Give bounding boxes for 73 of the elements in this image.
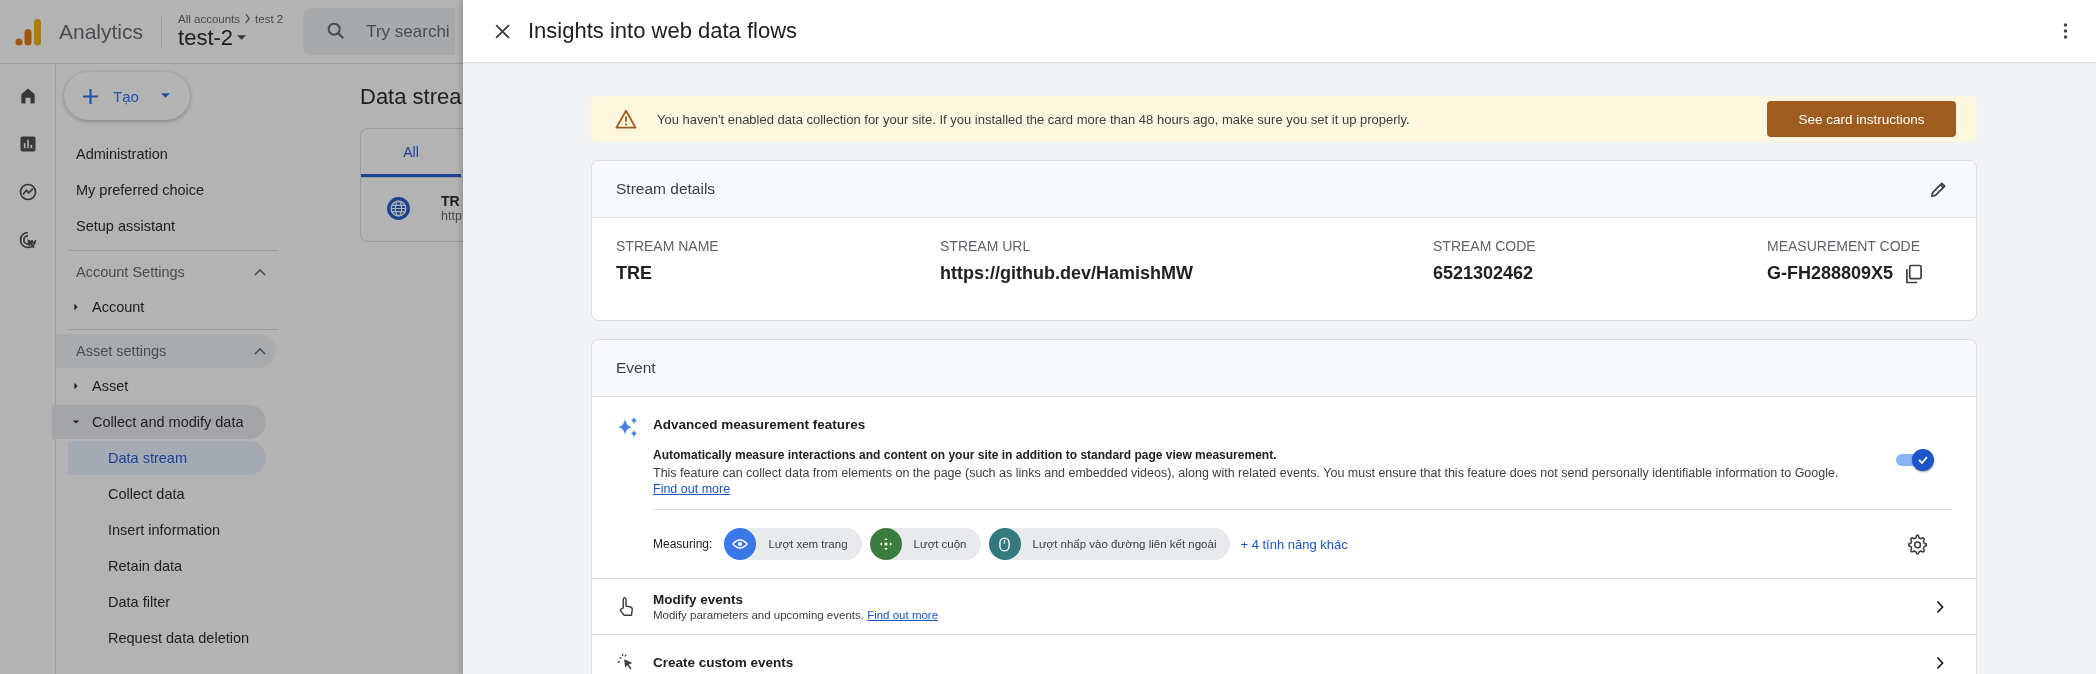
warning-icon (615, 109, 637, 129)
close-icon (494, 23, 510, 39)
stream-name[interactable]: TR (441, 193, 462, 209)
chevron-icon[interactable] (254, 347, 266, 355)
chevron-right-icon[interactable] (1936, 599, 1944, 614)
option-title: Create custom events (653, 655, 795, 670)
chevron-right-icon[interactable] (1936, 655, 1944, 670)
sidebar-item[interactable]: Collect data (108, 477, 199, 511)
feature-title: Advanced measurement features (653, 417, 867, 432)
chevron-right-icon (244, 13, 252, 24)
field-label: STREAM URL (940, 238, 1032, 254)
warning-message: You haven't enabled data collection for your site. If you installed the card more than 48 hours ago, make sure you set it up properly. (657, 111, 1411, 127)
search-field[interactable]: Try searchi (303, 8, 456, 55)
settings-icon[interactable] (1907, 533, 1928, 555)
page-title: Data strea (360, 84, 463, 110)
sidebar-item[interactable]: Asset (92, 369, 143, 403)
find-out-more-link[interactable]: Find out more (867, 609, 939, 621)
stream-url: http (441, 209, 462, 223)
more-features-link[interactable]: + 4 tính năng khác (1240, 536, 1899, 552)
option-description: Modify parameters and upcoming events. Find out more (653, 609, 940, 621)
sidebar-item[interactable]: Account (92, 290, 159, 324)
sidebar-item[interactable]: My preferred choice (56, 172, 205, 208)
feature-chip[interactable]: Lượt cuộn (869, 528, 981, 560)
section-title[interactable]: Account Settings (76, 264, 185, 280)
sidebar-item[interactable]: Administration (56, 136, 168, 172)
feature-summary: Automatically measure interactions and content on your site in addition to standard page view measurement. (653, 447, 1278, 463)
see-instructions-button[interactable]: See card instructions (1767, 101, 1956, 137)
field-label: STREAM CODE (1433, 238, 1537, 254)
sidebar-item[interactable]: Setup assistant (56, 208, 176, 244)
event-option-row[interactable]: Modify events Modify parameters and upcoming events. Find out more (592, 579, 1976, 635)
find-out-more-link[interactable]: Find out more (653, 482, 731, 496)
feature-chip[interactable]: Lượt xem trang (724, 528, 862, 560)
field-value: 6521302462 (1433, 263, 1534, 284)
field-value: G-FH288809X5 (1767, 263, 1894, 284)
sidebar-item[interactable]: Collect and modify data (52, 405, 266, 439)
bar-chart-logo-icon (15, 17, 41, 46)
property-selector[interactable]: test-2 (178, 24, 284, 51)
section-title[interactable]: Asset settings (76, 343, 167, 359)
sidebar-item[interactable]: Data filter (108, 585, 185, 619)
copy-icon[interactable] (1905, 263, 1923, 284)
feature-chip[interactable]: Lượt nhấp vào đường liên kết ngoài (988, 528, 1231, 560)
advertising-icon[interactable] (17, 230, 38, 250)
chevron-icon[interactable] (254, 268, 266, 276)
breadcrumb-link[interactable]: test 2 (255, 12, 284, 25)
explore-icon[interactable] (17, 182, 38, 202)
option-title: Modify events (653, 592, 745, 607)
toggle-switch[interactable] (1896, 449, 1934, 471)
measuring-label: Measuring: (653, 537, 713, 551)
field-label: MEASUREMENT CODE (1767, 238, 1921, 254)
field-label: STREAM NAME (616, 238, 720, 254)
breadcrumb-link[interactable]: All accounts (178, 12, 241, 25)
caret-icon[interactable] (72, 303, 80, 311)
plus-icon (82, 87, 99, 105)
panel-title: Insights into web data flows (528, 18, 799, 44)
globe-icon (386, 195, 411, 221)
field-value: TRE (616, 263, 652, 284)
sidebar-item[interactable]: Data stream (68, 441, 266, 475)
feature-description: This feature can collect data from elements on the page (such as links and embedded videos), along with related events. You must ensure that this feature does not send personally identifiable information to Google. Find out more (653, 465, 1840, 497)
edit-icon[interactable] (1929, 179, 1948, 199)
caret-down-icon (160, 93, 170, 99)
more-options-icon[interactable] (2063, 23, 2068, 39)
card-title: Stream details (616, 180, 716, 198)
caret-down-icon (237, 34, 247, 41)
checkmark-icon (1917, 454, 1929, 466)
sidebar-item[interactable]: Request data deletion (108, 621, 264, 655)
app-name: Analytics (59, 19, 144, 44)
caret-icon[interactable] (72, 382, 80, 390)
field-value: https://github.dev/HamishMW (940, 263, 1193, 284)
sidebar-item[interactable]: Retain data (108, 549, 197, 583)
card-title: Event (616, 359, 656, 377)
caret-icon[interactable] (72, 418, 80, 426)
event-option-row[interactable]: Create custom events (592, 635, 1976, 674)
sidebar-item[interactable]: Insert information (108, 513, 235, 547)
